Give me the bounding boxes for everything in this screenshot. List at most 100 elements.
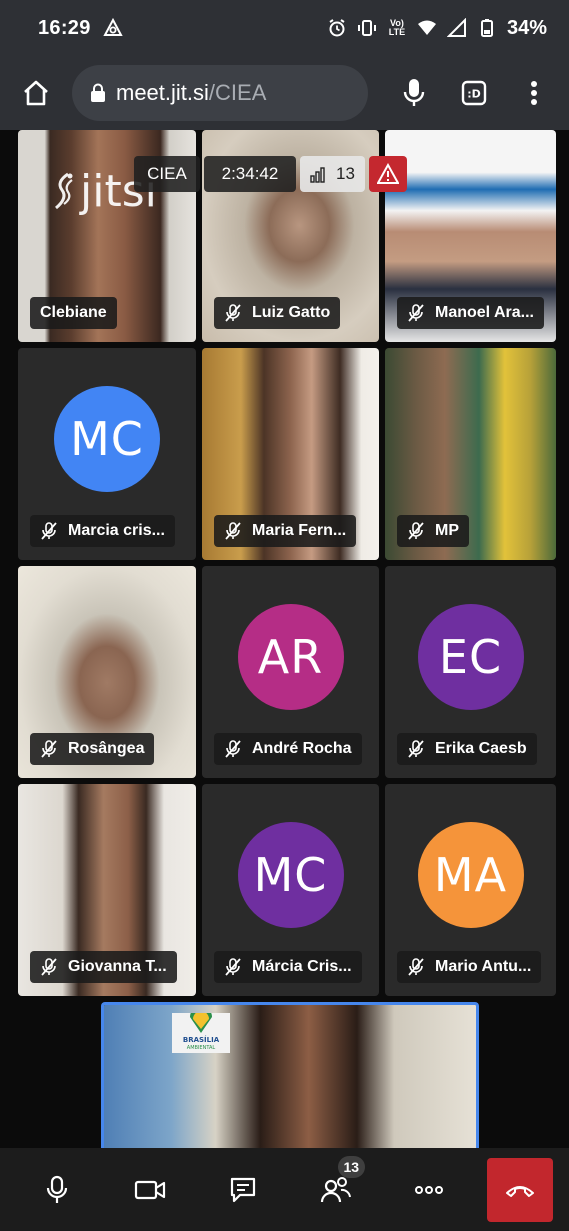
participant-name: André Rocha (252, 740, 352, 757)
svg-text::D: :D (467, 88, 481, 101)
warning-button[interactable] (368, 156, 407, 192)
jitsi-logo-icon (55, 172, 73, 209)
conference-info-bar: CIEA 2:34:42 13 (134, 156, 407, 192)
participant-tile[interactable]: AR André Rocha (202, 566, 379, 778)
participant-avatar: MA (417, 822, 524, 929)
participant-name: MP (435, 522, 459, 539)
status-time: 16:29 (38, 16, 91, 39)
participant-name: Luiz Gatto (252, 304, 331, 321)
camera-button[interactable] (103, 1148, 196, 1231)
chat-icon (230, 1177, 255, 1202)
microphone-button[interactable] (10, 1148, 103, 1231)
participant-nameplate: Maria Fern... (214, 515, 357, 547)
mic-muted-icon (408, 958, 424, 976)
participant-nameplate: Clebiane (30, 297, 117, 329)
participant-nameplate: Luiz Gatto (214, 297, 341, 329)
brasilia-ambiental-logo: BRASÍLIAAMBIENTAL (172, 1013, 230, 1053)
browser-toolbar: meet.jit.si/CIEA :D (0, 56, 569, 130)
conference-timer: 2:34:42 (204, 156, 296, 192)
chat-button[interactable] (196, 1148, 289, 1231)
participant-tile[interactable]: Maria Fern... (202, 348, 379, 560)
local-video-tile[interactable]: BRASÍLIA AMBIENTAL (101, 1002, 479, 1148)
participant-nameplate: André Rocha (214, 733, 362, 765)
participants-icon (320, 1176, 351, 1202)
meeting-toolbar: 13 (0, 1148, 569, 1231)
mic-muted-icon (408, 740, 424, 758)
browser-menu-button[interactable] (504, 56, 564, 130)
url-bar[interactable]: meet.jit.si/CIEA (72, 65, 368, 121)
tab-switcher-button[interactable]: :D (444, 56, 504, 130)
participant-nameplate: Erika Caesb (397, 733, 537, 765)
camera-icon (134, 1180, 165, 1199)
participant-nameplate: MP (397, 515, 469, 547)
participant-name: Manoel Ara... (435, 304, 534, 321)
participant-name: Márcia Cris... (252, 958, 352, 975)
lock-icon (91, 83, 105, 102)
participant-avatar: MC (54, 386, 160, 493)
participant-name: Giovanna T... (68, 958, 167, 975)
connection-quality-icon (310, 167, 325, 183)
participants-button[interactable]: 13 (289, 1148, 382, 1231)
mic-muted-icon (225, 740, 241, 758)
participant-nameplate: Márcia Cris... (214, 951, 362, 983)
home-button[interactable] (6, 56, 66, 130)
hangup-icon (506, 1185, 534, 1197)
battery-level: 34% (506, 16, 547, 39)
svg-text:AMBIENTAL: AMBIENTAL (187, 1045, 216, 1051)
participant-name: Marcia cris... (68, 522, 165, 539)
drive-mode-icon (102, 18, 123, 36)
participant-count-chip[interactable]: 13 (300, 156, 365, 192)
mic-muted-icon (225, 522, 241, 540)
mic-muted-icon (225, 304, 241, 322)
participant-name: Mario Antu... (435, 958, 532, 975)
signal-icon (446, 18, 466, 37)
participant-count: 13 (336, 164, 355, 183)
participants-badge: 13 (337, 1156, 366, 1178)
svg-text:BRASÍLIA: BRASÍLIA (183, 1035, 220, 1044)
participant-name: Maria Fern... (252, 522, 347, 539)
battery-icon (480, 19, 493, 37)
participant-tile[interactable]: MC Márcia Cris... (202, 784, 379, 996)
participant-tile[interactable]: Giovanna T... (18, 784, 196, 996)
more-vertical-icon (531, 81, 537, 105)
microphone-icon (403, 79, 425, 106)
conference-name: CIEA (134, 156, 200, 192)
participant-name: Rosângea (68, 740, 145, 757)
more-horizontal-icon (414, 1185, 443, 1194)
participant-tile[interactable]: EC Erika Caesb (385, 566, 556, 778)
volte-indicator: Vo) LTE (388, 18, 406, 37)
participant-nameplate: Giovanna T... (30, 951, 177, 983)
url-path: /CIEA (208, 80, 267, 105)
status-bar: 16:29 Vo) LTE 34% (0, 0, 569, 56)
wifi-icon (417, 20, 436, 35)
participant-tile[interactable]: Rosângea (18, 566, 196, 778)
participant-nameplate: Marcia cris... (30, 515, 175, 547)
mic-muted-icon (41, 740, 57, 758)
participant-nameplate: Manoel Ara... (397, 297, 544, 329)
participant-avatar: AR (237, 604, 344, 711)
more-options-button[interactable] (382, 1148, 475, 1231)
mic-muted-icon (41, 958, 57, 976)
vibrate-icon (357, 20, 376, 36)
url-host: meet.jit.si (116, 80, 209, 105)
participant-nameplate: Rosângea (30, 733, 155, 765)
hangup-button[interactable] (487, 1157, 553, 1222)
tab-switcher-icon: :D (461, 80, 487, 106)
home-icon (24, 80, 48, 106)
participant-name: Erika Caesb (435, 740, 527, 757)
warning-icon (376, 163, 399, 184)
local-video (104, 1005, 476, 1148)
participant-tile[interactable]: MA Mario Antu... (385, 784, 556, 996)
participant-avatar: EC (417, 604, 524, 711)
participant-tile[interactable]: MP (385, 348, 556, 560)
participant-name: Clebiane (40, 304, 107, 321)
voice-search-button[interactable] (384, 56, 444, 130)
mic-muted-icon (225, 958, 241, 976)
participant-tile[interactable]: Manoel Ara... (385, 130, 556, 342)
participant-tile[interactable]: MC Marcia cris... (18, 348, 196, 560)
participant-nameplate: Mario Antu... (397, 951, 542, 983)
mic-muted-icon (408, 522, 424, 540)
microphone-icon (46, 1175, 67, 1203)
meeting-area: Clebiane Luiz Gatto Manoel Ara... MC Mar… (0, 130, 569, 1148)
alarm-icon (329, 19, 345, 37)
